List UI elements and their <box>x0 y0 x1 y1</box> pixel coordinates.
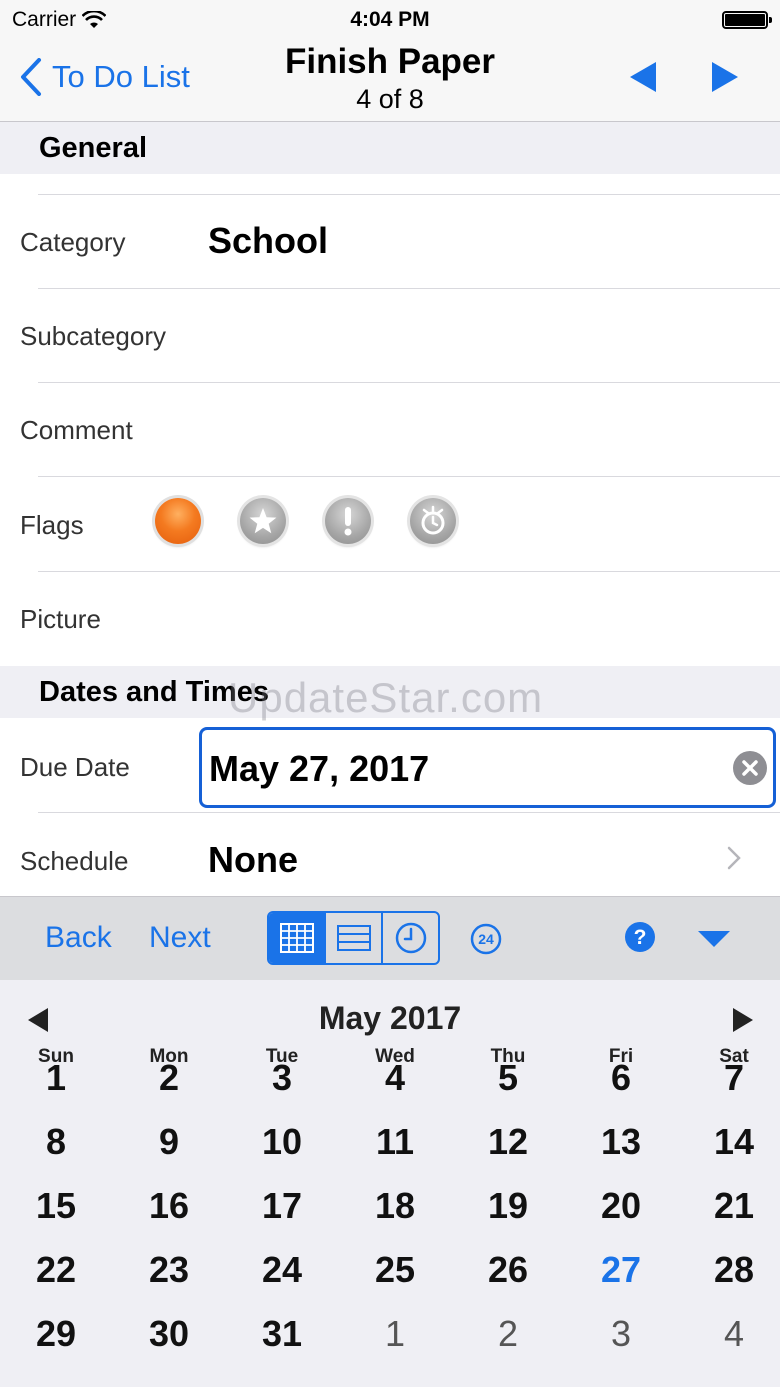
calendar-day[interactable]: 22 <box>0 1249 112 1291</box>
next-item-arrow-icon[interactable] <box>710 60 740 94</box>
calendar-day[interactable]: 31 <box>226 1313 338 1355</box>
star-flag-icon[interactable] <box>240 498 286 544</box>
clear-date-button[interactable] <box>733 751 767 785</box>
month-grid-view-button[interactable] <box>269 913 324 963</box>
schedule-label: Schedule <box>20 846 129 876</box>
due-date-label: Due Date <box>20 752 130 782</box>
calendar-day[interactable]: 8 <box>0 1121 112 1163</box>
calendar-day[interactable]: 24 <box>226 1249 338 1291</box>
close-icon <box>742 760 758 776</box>
back-field-button[interactable]: Back <box>45 921 112 955</box>
calendar-day[interactable]: 7 <box>678 1057 780 1099</box>
month-calendar: May 2017 Sun Mon Tue Wed Thu Fri Sat 1 2 3 4 5 6 7 8 9 1… <box>0 980 780 1387</box>
calendar-day[interactable]: 1 <box>339 1313 451 1355</box>
calendar-day[interactable]: 28 <box>678 1249 780 1291</box>
calendar-day[interactable]: 2 <box>452 1313 564 1355</box>
calendar-day[interactable]: 18 <box>339 1185 451 1227</box>
calendar-day[interactable]: 17 <box>226 1185 338 1227</box>
svg-text:?: ? <box>634 926 647 949</box>
item-position: 4 of 8 <box>356 84 424 114</box>
calendar-day[interactable]: 16 <box>113 1185 225 1227</box>
battery-icon <box>722 11 772 29</box>
next-month-arrow-icon[interactable] <box>731 1006 755 1034</box>
calendar-day[interactable]: 26 <box>452 1249 564 1291</box>
calendar-day[interactable]: 21 <box>678 1185 780 1227</box>
due-date-value: May 27, 2017 <box>209 748 430 789</box>
picture-label: Picture <box>20 604 101 634</box>
calendar-day[interactable]: 11 <box>339 1121 451 1163</box>
alarm-clock-icon <box>421 505 445 535</box>
calendar-day[interactable]: 3 <box>565 1313 677 1355</box>
page-title: Finish Paper <box>284 42 496 81</box>
section-title-general: General <box>39 132 147 164</box>
orange-flag-icon[interactable] <box>155 498 201 544</box>
24-hour-toggle-icon[interactable]: 24 <box>470 923 502 955</box>
calendar-day[interactable]: 25 <box>339 1249 451 1291</box>
calendar-day[interactable]: 2 <box>113 1057 225 1099</box>
navigation-bar: To Do List Finish Paper 4 of 8 <box>0 40 780 122</box>
calendar-day[interactable]: 15 <box>0 1185 112 1227</box>
category-value: School <box>208 220 329 261</box>
section-header-general: General <box>0 122 780 174</box>
calendar-day[interactable]: 3 <box>226 1057 338 1099</box>
calendar-day[interactable]: 29 <box>0 1313 112 1355</box>
status-time: 4:04 PM <box>350 8 430 31</box>
exclamation-flag-icon[interactable] <box>325 498 371 544</box>
list-icon <box>336 925 371 951</box>
calendar-day[interactable]: 6 <box>565 1057 677 1099</box>
next-field-button[interactable]: Next <box>149 921 211 955</box>
picture-row[interactable]: Picture <box>0 572 780 666</box>
dismiss-keyboard-icon[interactable] <box>696 929 732 949</box>
category-label: Category <box>20 227 126 257</box>
calendar-day[interactable]: 4 <box>339 1057 451 1099</box>
calendar-day[interactable]: 5 <box>452 1057 564 1099</box>
section-header-dates: Dates and Times <box>0 666 780 718</box>
calendar-day[interactable]: 4 <box>678 1313 780 1355</box>
calendar-day[interactable]: 9 <box>113 1121 225 1163</box>
comment-label: Comment <box>20 415 133 445</box>
date-picker-toolbar: Back Next 24 ? <box>0 896 780 980</box>
alarm-flag-icon[interactable] <box>410 498 456 544</box>
schedule-value: None <box>208 839 298 880</box>
schedule-row[interactable]: Schedule None <box>0 813 780 896</box>
time-view-button[interactable] <box>381 913 438 963</box>
subcategory-label: Subcategory <box>20 321 166 351</box>
calendar-day[interactable]: 19 <box>452 1185 564 1227</box>
calendar-day[interactable]: 12 <box>452 1121 564 1163</box>
due-date-input[interactable]: May 27, 2017 <box>199 727 776 808</box>
comment-row[interactable]: Comment <box>0 383 780 477</box>
calendar-month-title: May 2017 <box>318 1000 462 1036</box>
calendar-day[interactable]: 20 <box>565 1185 677 1227</box>
status-bar: Carrier 4:04 PM <box>0 0 780 40</box>
calendar-day[interactable]: 14 <box>678 1121 780 1163</box>
list-view-button[interactable] <box>324 913 381 963</box>
calendar-day[interactable]: 30 <box>113 1313 225 1355</box>
help-icon[interactable]: ? <box>624 921 656 953</box>
subcategory-row[interactable]: Subcategory <box>0 289 780 383</box>
exclamation-icon <box>344 507 352 536</box>
calendar-day[interactable]: 13 <box>565 1121 677 1163</box>
star-icon <box>249 508 277 534</box>
chevron-right-icon <box>727 846 741 870</box>
section-title-dates: Dates and Times <box>39 676 269 708</box>
calendar-day[interactable]: 27 <box>565 1249 677 1291</box>
calendar-day[interactable]: 1 <box>0 1057 112 1099</box>
flags-label: Flags <box>20 510 84 540</box>
clock-icon <box>395 922 426 954</box>
svg-text:24: 24 <box>478 931 494 947</box>
calendar-grid-icon <box>279 923 314 953</box>
view-mode-segmented-control <box>267 911 440 965</box>
previous-item-arrow-icon[interactable] <box>628 60 658 94</box>
category-row[interactable]: Category School <box>0 195 780 289</box>
calendar-day[interactable]: 10 <box>226 1121 338 1163</box>
flags-row: Flags <box>0 477 780 571</box>
calendar-day[interactable]: 23 <box>113 1249 225 1291</box>
